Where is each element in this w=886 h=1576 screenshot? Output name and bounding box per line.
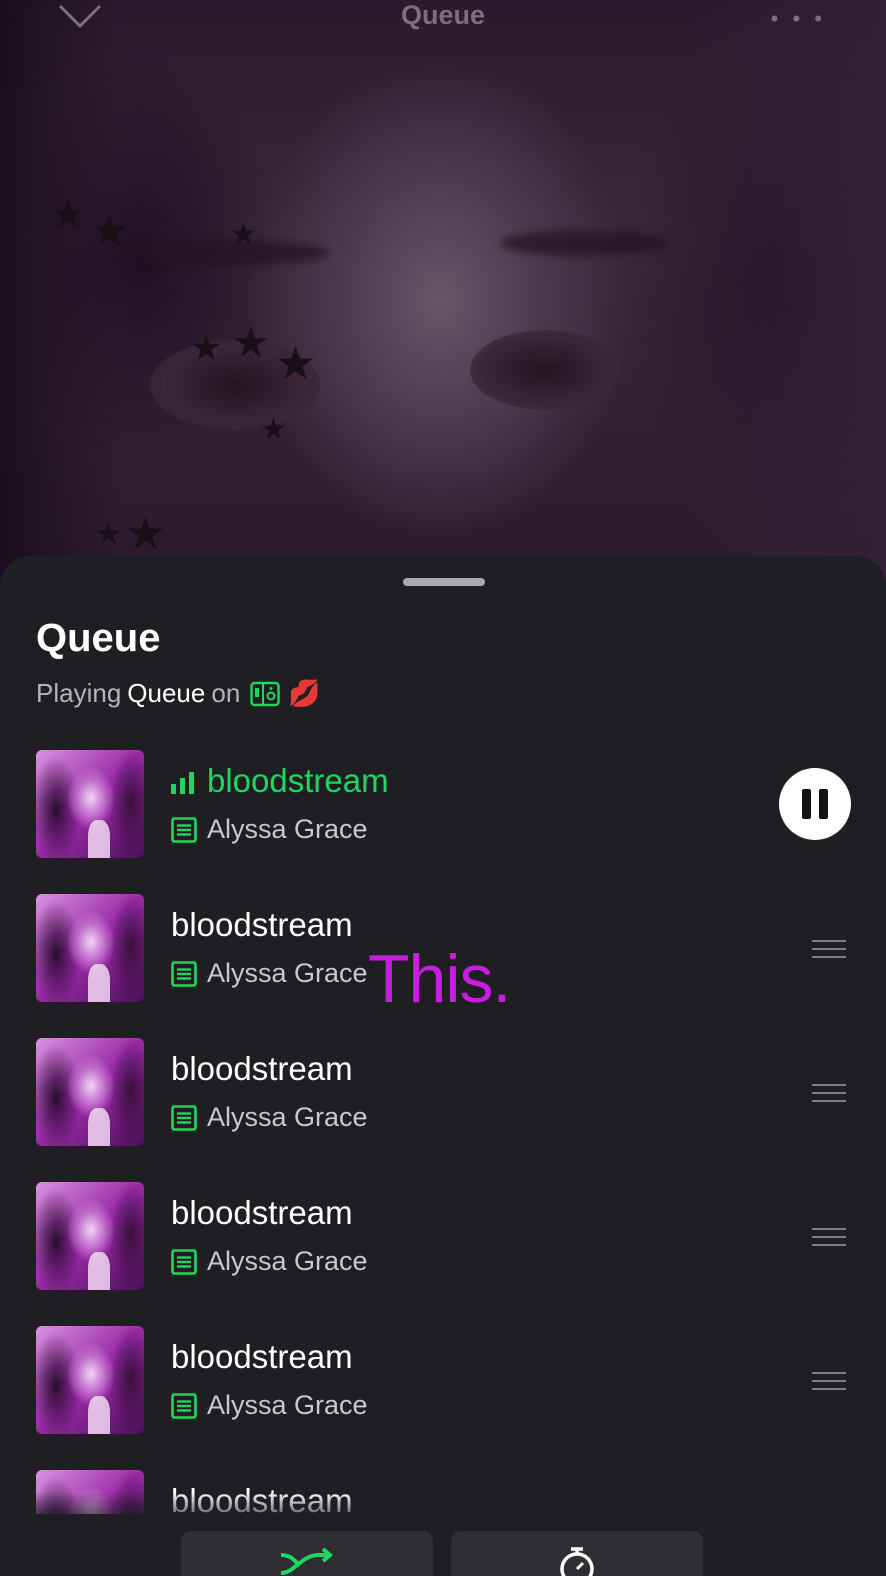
playing-context: Playing Queue on 💋 — [36, 678, 321, 709]
equalizer-icon — [171, 772, 197, 799]
drag-handle-icon[interactable] — [812, 940, 846, 964]
track-artist: Alyssa Grace — [207, 1246, 368, 1276]
queue-row[interactable]: bloodstream Alyssa Grace — [0, 1038, 886, 1146]
track-title: bloodstream — [171, 906, 353, 943]
pause-button[interactable] — [779, 768, 851, 840]
shuffle-button[interactable] — [181, 1531, 433, 1576]
speaker-device-icon — [250, 681, 280, 707]
lyrics-icon — [171, 1392, 197, 1419]
track-title: bloodstream — [171, 1338, 353, 1375]
sheet-title: Queue — [36, 616, 161, 660]
video-caption-overlay: This. — [368, 941, 511, 1017]
track-artist: Alyssa Grace — [207, 1102, 368, 1132]
track-thumbnail — [36, 750, 144, 858]
top-bar: Queue • • • — [0, 0, 886, 40]
pause-icon — [802, 789, 811, 819]
lyrics-icon — [171, 1248, 197, 1275]
device-name-emoji: 💋 — [288, 678, 321, 708]
queue-row[interactable]: bloodstream Alyssa Grace — [0, 1182, 886, 1290]
subtitle-on: on — [211, 678, 241, 708]
queue-row[interactable]: bloodstream Alyssa Grace — [0, 1326, 886, 1434]
track-artist: Alyssa Grace — [207, 814, 368, 844]
queue-sheet: Queue Playing Queue on 💋 bloodstream Aly… — [0, 556, 886, 1576]
drag-handle-icon[interactable] — [812, 1372, 846, 1396]
subtitle-prefix: Playing — [36, 678, 122, 708]
lyrics-icon — [171, 960, 197, 987]
drag-handle-icon[interactable] — [812, 1084, 846, 1108]
track-artist: Alyssa Grace — [207, 1390, 368, 1420]
subtitle-source: Queue — [127, 678, 206, 708]
track-thumbnail — [36, 1182, 144, 1290]
more-dots-icon[interactable]: • • • — [771, 6, 826, 32]
track-title: bloodstream — [207, 762, 389, 799]
track-thumbnail — [36, 1038, 144, 1146]
header-title: Queue — [400, 0, 486, 30]
shuffle-icon — [280, 1547, 334, 1575]
track-thumbnail — [36, 894, 144, 1002]
sleep-timer-button[interactable] — [451, 1531, 703, 1576]
lyrics-icon — [171, 1104, 197, 1131]
track-artist: Alyssa Grace — [207, 958, 368, 988]
track-title: bloodstream — [171, 1194, 353, 1231]
album-artwork-background: ★ ★ ★ ★ ★ ★ ★ ★ ★ — [0, 0, 886, 600]
artwork-eye-right — [470, 330, 620, 410]
track-title: bloodstream — [171, 1050, 353, 1087]
now-playing-row[interactable]: bloodstream Alyssa Grace — [0, 750, 886, 858]
sheet-drag-handle[interactable] — [403, 578, 485, 586]
drag-handle-icon[interactable] — [812, 1228, 846, 1252]
queue-list: bloodstream Alyssa Grace bloodstream Aly… — [0, 750, 886, 1514]
track-thumbnail — [36, 1326, 144, 1434]
lyrics-icon — [171, 816, 197, 843]
sleep-timer-icon — [560, 1547, 594, 1576]
